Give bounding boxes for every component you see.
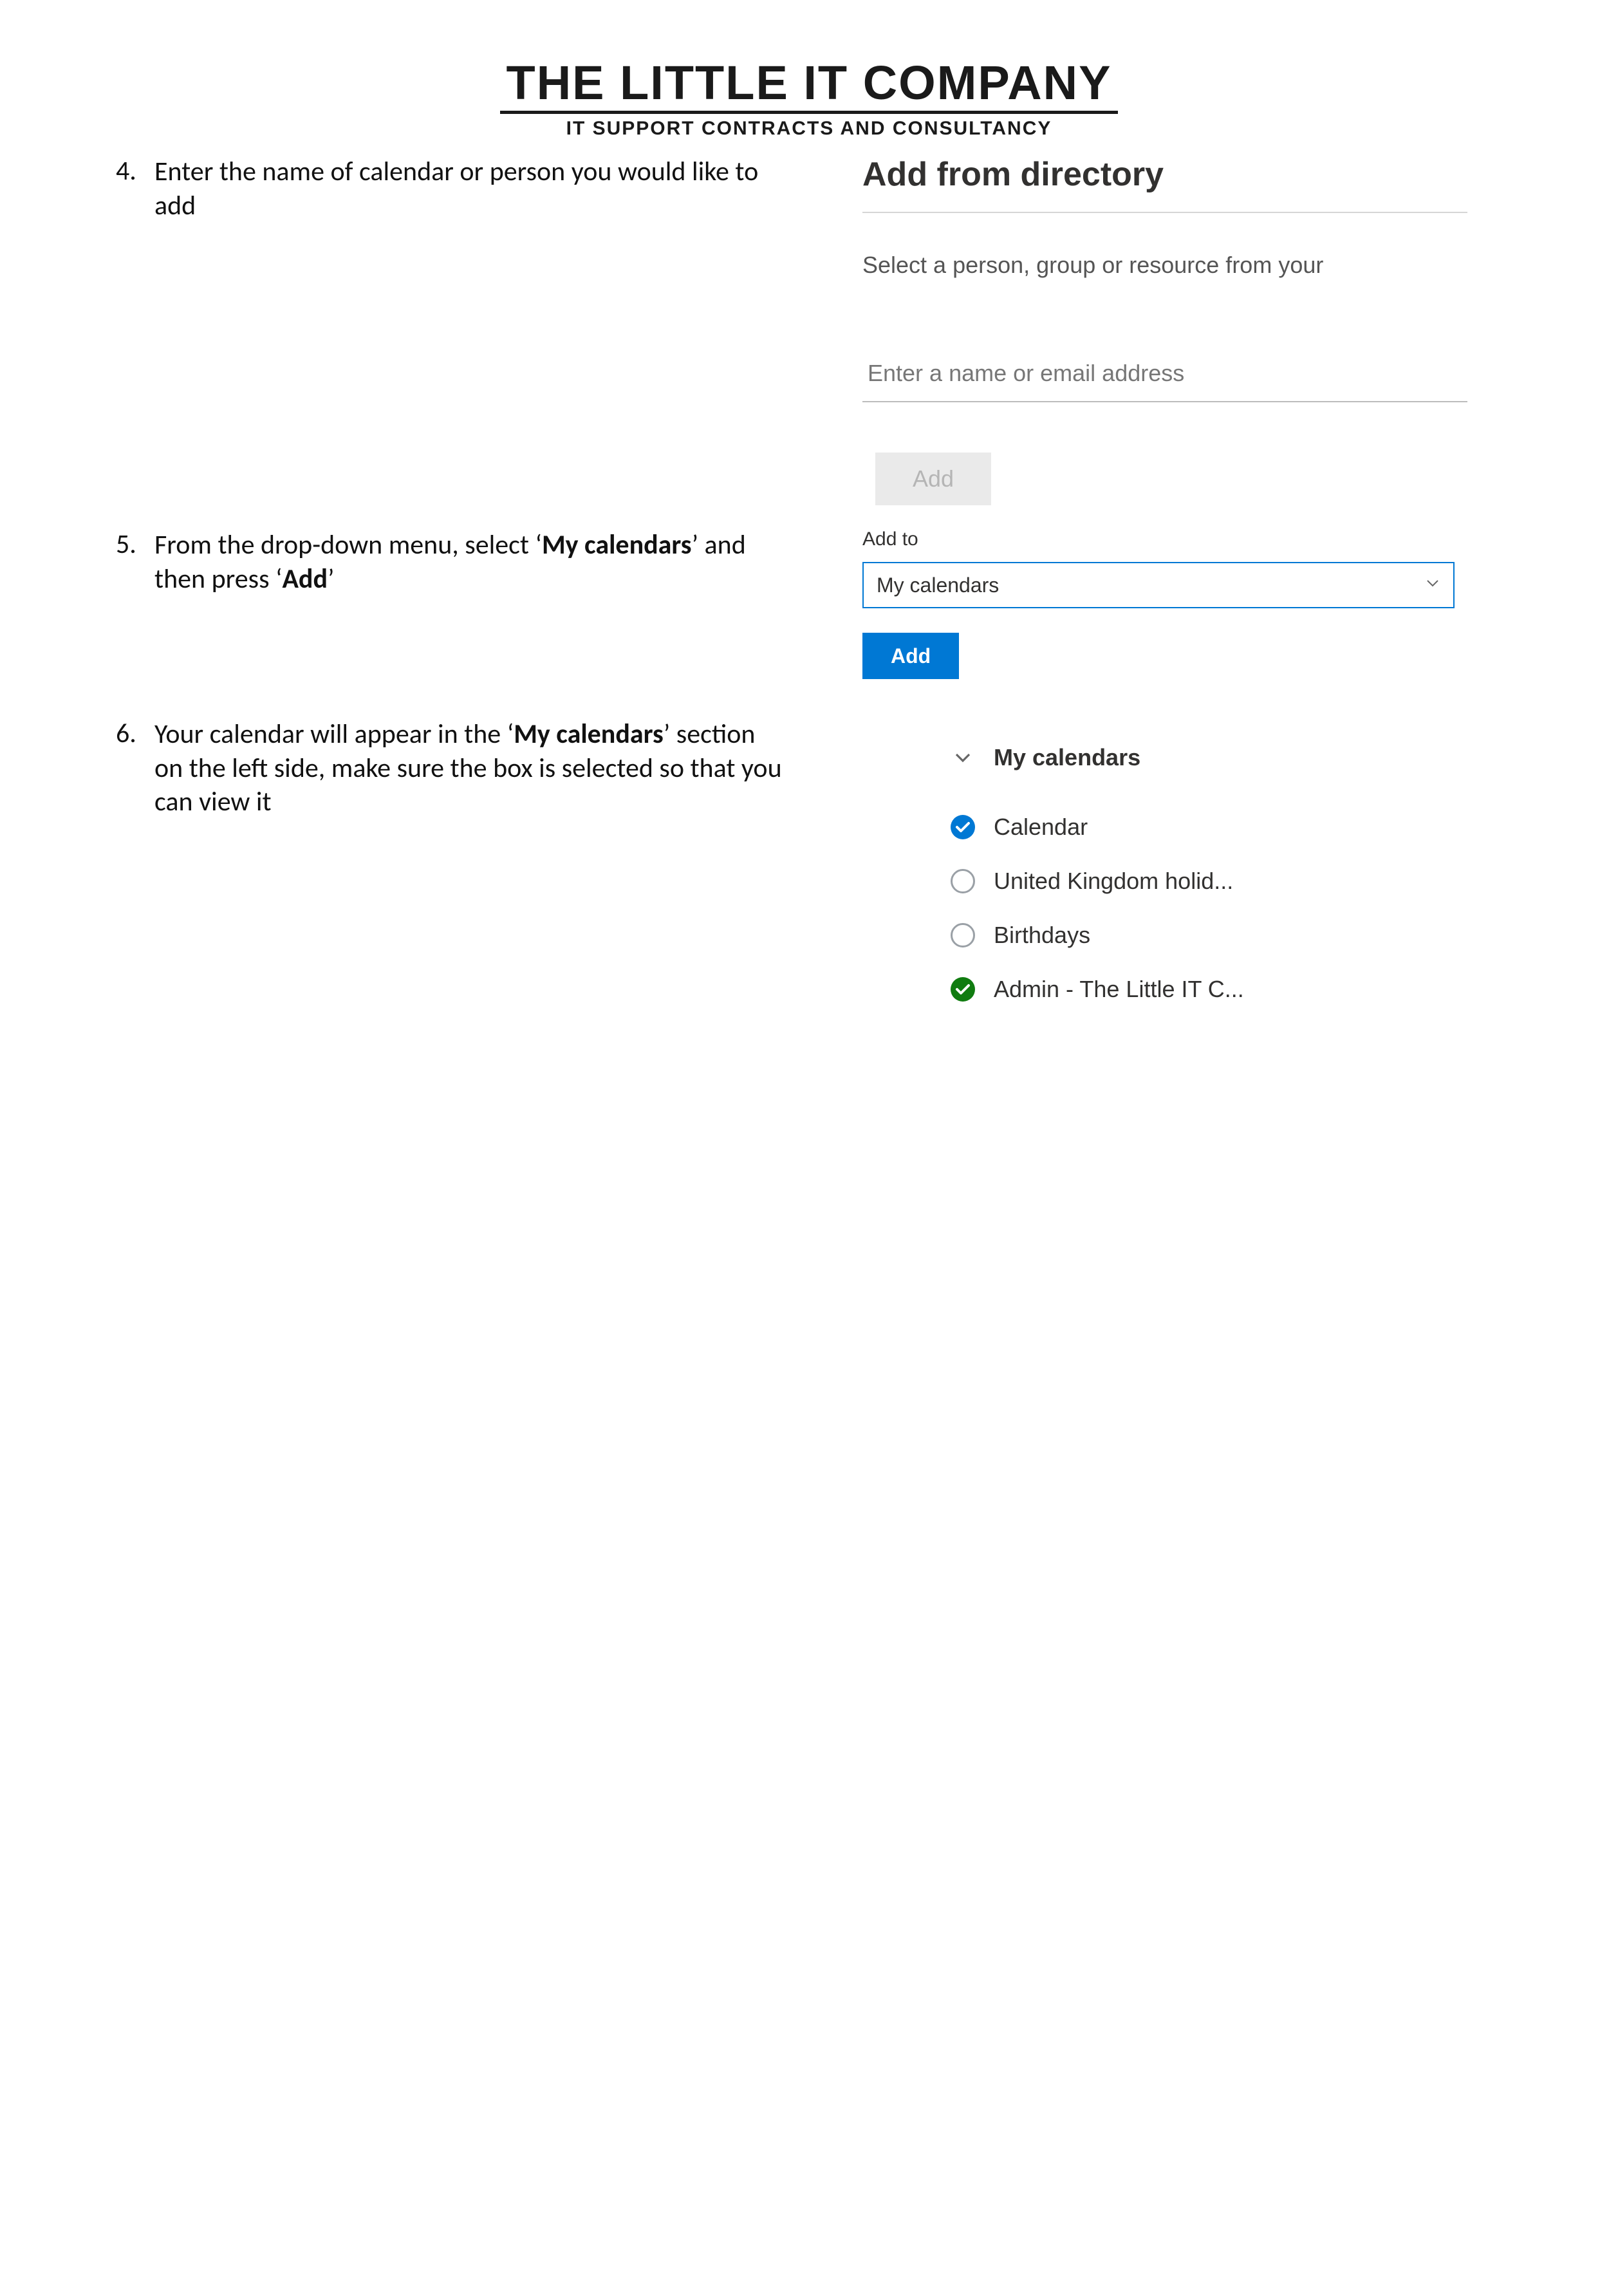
calendar-item-label: Birthdays <box>994 922 1090 949</box>
step-5-text-c: ’ <box>328 563 334 595</box>
calendar-item-calendar[interactable]: Calendar <box>940 800 1313 854</box>
step-4-text: Enter the name of calendar or person you… <box>154 155 785 223</box>
company-title: THE LITTLE IT COMPANY <box>500 58 1119 114</box>
checkbox-checked-icon[interactable] <box>946 977 980 1002</box>
step-5-bold-b: Add <box>282 563 328 595</box>
step-5-number: 5. <box>116 528 154 561</box>
calendar-item-label: Admin - The Little IT C... <box>994 976 1244 1003</box>
add-from-directory-title: Add from directory <box>862 155 1467 194</box>
add-to-label: Add to <box>862 528 1455 550</box>
my-calendars-list: My calendars Calendar United Kingdom hol… <box>927 718 1326 1029</box>
company-subtitle: IT SUPPORT CONTRACTS AND CONSULTANCY <box>116 118 1502 140</box>
checkbox-unchecked-icon[interactable] <box>946 923 980 947</box>
calendar-item-label: United Kingdom holid... <box>994 868 1233 895</box>
step-5-text: From the drop-down menu, select ‘My cale… <box>154 528 785 596</box>
step-4-number: 4. <box>116 155 154 187</box>
calendar-item-admin[interactable]: Admin - The Little IT C... <box>940 962 1313 1016</box>
add-to-dropdown[interactable]: My calendars <box>862 562 1455 608</box>
step-6: 6. Your calendar will appear in the ‘My … <box>116 718 785 819</box>
add-button-disabled: Add <box>875 453 991 505</box>
panel-divider <box>862 212 1467 213</box>
add-from-directory-panel: Add from directory Select a person, grou… <box>862 155 1467 505</box>
checkbox-checked-icon[interactable] <box>946 815 980 839</box>
my-calendars-header-row[interactable]: My calendars <box>940 731 1313 785</box>
add-to-add-button[interactable]: Add <box>862 633 959 679</box>
chevron-down-icon <box>946 748 980 767</box>
step-6-bold-a: My calendars <box>514 718 664 751</box>
calendar-item-uk-holidays[interactable]: United Kingdom holid... <box>940 854 1313 908</box>
add-to-selected: My calendars <box>877 574 999 597</box>
step-6-text-a: Your calendar will appear in the ‘ <box>154 718 514 751</box>
step-5-bold-a: My calendars <box>542 528 692 561</box>
step-5: 5. From the drop-down menu, select ‘My c… <box>116 528 785 596</box>
step-6-text: Your calendar will appear in the ‘My cal… <box>154 718 785 819</box>
calendar-item-birthdays[interactable]: Birthdays <box>940 908 1313 962</box>
step-4: 4. Enter the name of calendar or person … <box>116 155 785 223</box>
step-5-text-a: From the drop-down menu, select ‘ <box>154 528 542 561</box>
step-6-number: 6. <box>116 718 154 750</box>
checkbox-unchecked-icon[interactable] <box>946 869 980 893</box>
page-header: THE LITTLE IT COMPANY IT SUPPORT CONTRAC… <box>116 58 1502 140</box>
calendar-item-label: Calendar <box>994 814 1088 841</box>
add-from-directory-description: Select a person, group or resource from … <box>862 252 1467 279</box>
person-search-input[interactable] <box>862 350 1467 402</box>
add-to-panel: Add to My calendars Add <box>862 528 1455 679</box>
chevron-down-icon <box>1425 575 1440 595</box>
my-calendars-header-label: My calendars <box>994 744 1140 771</box>
